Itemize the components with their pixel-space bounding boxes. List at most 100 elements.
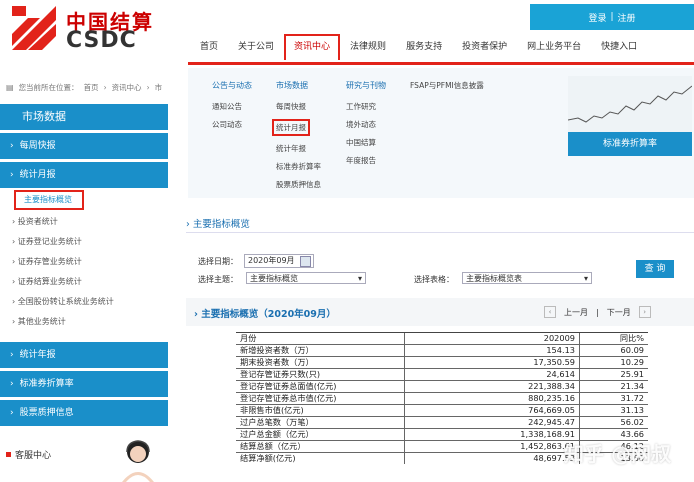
document-icon: ▤ (6, 83, 14, 92)
dropdown-link-monthly[interactable]: 统计月报 (272, 119, 310, 136)
sidebar-item-conversion-rate[interactable]: › 标准券折算率 (0, 371, 168, 397)
register-link[interactable]: 注册 (618, 11, 636, 24)
breadcrumb-home[interactable]: 首页 (84, 82, 99, 93)
table-header-cell: 同比% (579, 332, 648, 345)
sidebar-item-monthly[interactable]: › 统计月报 (0, 162, 168, 188)
dropdown-column-heading[interactable]: 公告与动态 (212, 80, 252, 91)
section-title-indicators: › 主要指标概览 (186, 219, 250, 230)
login-bar: 登录 | 注册 (530, 4, 694, 30)
table-row: 过户总笔数（万笔） 242,945.47 56.02 (236, 416, 648, 429)
next-month-link[interactable]: 下一月 (607, 307, 631, 318)
table-cell: 21.34 (579, 380, 648, 393)
dropdown-link-annual-report[interactable]: 年度报告 (346, 155, 386, 166)
sidebar-item-annual[interactable]: › 统计年报 (0, 342, 168, 368)
dropdown-link-pledge[interactable]: 股票质押信息 (276, 179, 321, 190)
table-value: 主要指标概览表 (466, 274, 522, 283)
nav-investor-protection[interactable]: 投资者保护 (452, 34, 517, 60)
table-cell: 221,388.34 (404, 380, 580, 393)
table-cell: 24,614 (404, 368, 580, 381)
dropdown-link-conversion-rate[interactable]: 标准券折算率 (276, 161, 321, 172)
sidebar-item-weekly[interactable]: › 每周快报 (0, 133, 168, 159)
nav-quick-entry[interactable]: 快捷入口 (591, 34, 647, 60)
prev-arrow-icon[interactable]: ‹ (544, 306, 556, 318)
nav-home[interactable]: 首页 (190, 34, 228, 60)
chevron-right-icon: › (146, 83, 150, 92)
table-cell: 56.02 (579, 416, 648, 429)
table-cell: 31.13 (579, 404, 648, 417)
nav-underline (188, 62, 694, 65)
table-cell: 17,350.59 (404, 356, 580, 369)
table-cell: 1,452,863.61 (404, 440, 580, 453)
table-header-cell: 202009 (404, 332, 580, 345)
date-input[interactable]: 2020年09月 (244, 254, 314, 268)
table-cell: 非限售市值(亿元) (236, 404, 405, 417)
sidebar-sub-label: 证券登记业务统计 (17, 237, 82, 246)
table-cell: 结算净额(亿元) (236, 452, 405, 464)
login-link[interactable]: 登录 (588, 11, 606, 24)
calendar-icon[interactable] (300, 256, 311, 267)
dropdown-column-heading[interactable]: 市场数据 (276, 80, 321, 91)
dropdown-link-annual[interactable]: 统计年报 (276, 143, 321, 154)
conversion-rate-banner-label[interactable]: 标准券折算率 (568, 132, 692, 156)
table-header-cell: 月份 (236, 332, 405, 345)
nav-about[interactable]: 关于公司 (228, 34, 284, 60)
table-row: 登记存管证券总面值(亿元) 221,388.34 21.34 (236, 380, 648, 393)
sidebar-sub-custody[interactable]: › 证券存管业务统计 (0, 252, 168, 272)
table-cell: 登记存管证券只数(只) (236, 368, 405, 381)
arrow-right-icon: › (10, 408, 14, 418)
table-cell: 新增投资者数（万） (236, 344, 405, 357)
dropdown-link-csdc[interactable]: 中国结算 (346, 137, 386, 148)
dropdown-link-overseas[interactable]: 境外动态 (346, 119, 386, 130)
dropdown-link-company-news[interactable]: 公司动态 (212, 119, 252, 130)
sidebar-item-label: 标准券折算率 (19, 379, 74, 389)
sidebar-sub-other[interactable]: › 其他业务统计 (0, 312, 168, 332)
query-button[interactable]: 查 询 (636, 260, 674, 278)
nav-online-platform[interactable]: 网上业务平台 (517, 34, 591, 60)
nav-support[interactable]: 服务支持 (396, 34, 452, 60)
dropdown-column-market-data: 市场数据 每周快报 统计月报 统计年报 标准券折算率 股票质押信息 (272, 80, 321, 197)
login-separator: | (610, 12, 614, 22)
sidebar-sub-neeq[interactable]: › 全国股份转让系统业务统计 (0, 292, 168, 312)
table-cell: 25.91 (579, 368, 648, 381)
table-cell: 10.29 (579, 356, 648, 369)
chevron-right-icon: › (103, 83, 107, 92)
sidebar-item-pledge[interactable]: › 股票质押信息 (0, 400, 168, 426)
dropdown-column-heading[interactable]: 研究与刊物 (346, 80, 386, 91)
chevron-down-icon: ▾ (357, 274, 362, 283)
sidebar-item-label: 统计月报 (19, 170, 56, 180)
table-cell: 登记存管证券总市值(亿元) (236, 392, 405, 405)
sidebar-sub-investors[interactable]: › 投资者统计 (0, 212, 168, 232)
theme-value: 主要指标概览 (250, 274, 298, 283)
prev-month-link[interactable]: 上一月 (564, 307, 588, 318)
arrow-right-icon: › (10, 379, 14, 389)
dropdown-link-research[interactable]: 工作研究 (346, 101, 386, 112)
table-cell: 154.13 (404, 344, 580, 357)
table-cell: 登记存管证券总面值(亿元) (236, 380, 405, 393)
dropdown-link-notices[interactable]: 通知公告 (212, 101, 252, 112)
brand-name-en[interactable]: CSDC (66, 28, 137, 53)
breadcrumb-news[interactable]: 资讯中心 (112, 82, 142, 93)
customer-service-link[interactable]: 客服中心 (6, 448, 51, 461)
csdc-logo-icon[interactable] (12, 6, 56, 50)
zhihu-watermark: 知乎 @网叔 (564, 442, 671, 466)
table-cell: 过户总金额（亿元） (236, 428, 405, 441)
date-value: 2020年09月 (248, 256, 295, 265)
dropdown-link-fsap[interactable]: FSAP与PFMI信息披露 (410, 80, 484, 91)
next-arrow-icon[interactable]: › (638, 306, 651, 318)
breadcrumb: ▤ 您当前所在位置： 首页 › 资讯中心 › 市 (6, 82, 162, 93)
sidebar-sub-key-indicators[interactable]: 主要指标概览 (14, 190, 84, 210)
sidebar-sub-label: 投资者统计 (17, 217, 58, 226)
table-cell: 60.09 (579, 344, 648, 357)
table-select[interactable]: 主要指标概览表 ▾ (462, 272, 592, 284)
customer-service-avatar (122, 440, 154, 482)
table-cell: 31.72 (579, 392, 648, 405)
theme-select[interactable]: 主要指标概览 ▾ (246, 272, 366, 284)
breadcrumb-market[interactable]: 市 (155, 82, 163, 93)
sidebar-sub-settlement[interactable]: › 证券结算业务统计 (0, 272, 168, 292)
nav-news-center[interactable]: 资讯中心 (284, 34, 341, 60)
arrow-right-icon: › (10, 350, 14, 360)
nav-rules[interactable]: 法律规则 (340, 34, 396, 60)
dropdown-link-weekly[interactable]: 每周快报 (276, 101, 321, 112)
breadcrumb-prefix: 您当前所在位置： (18, 83, 79, 92)
sidebar-sub-registration[interactable]: › 证券登记业务统计 (0, 232, 168, 252)
